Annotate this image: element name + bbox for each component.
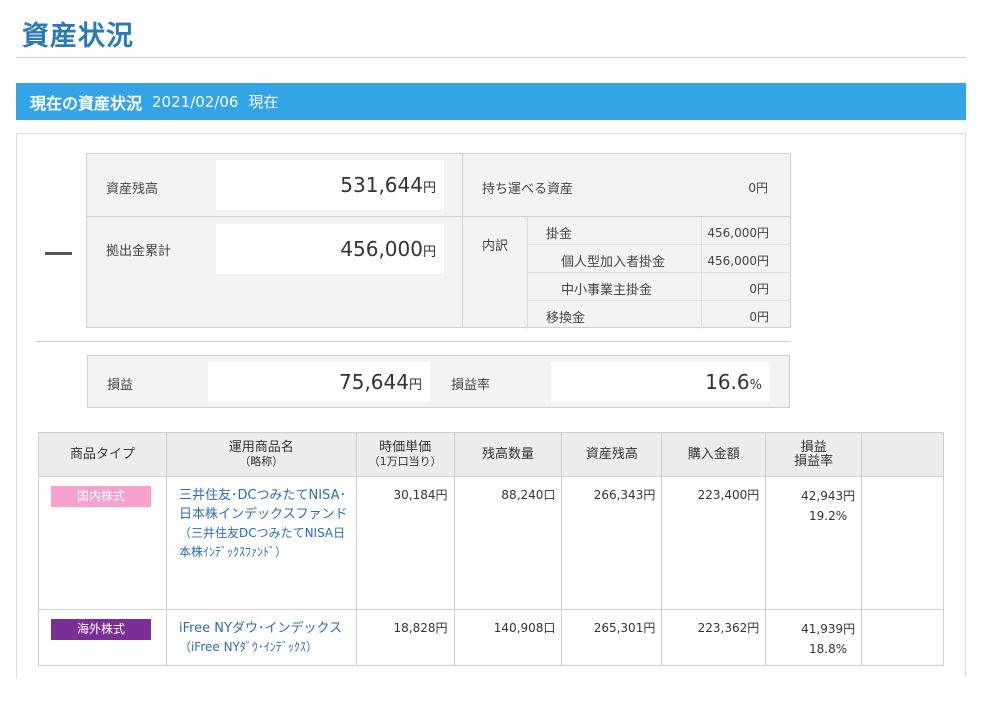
header-pl-label: 損益 [800,439,827,455]
unit-price-cell: 30,184円 [355,476,455,610]
breakdown-item-value: 0円 [749,310,769,324]
balance-label: 資産残高 [106,182,159,197]
page-title: 資産状況 [22,21,134,52]
as-of-suffix: 現在 [248,93,279,111]
breakdown-label: 内訳 [482,239,509,254]
header-balance-label: 資産残高 [585,446,638,462]
profit-rate-label: 損益率 [451,378,491,393]
pl-amount: 41,939円 [801,622,856,636]
header-type-label: 商品タイプ [69,446,135,462]
profit-rate-value: 16.6 [705,370,750,394]
type-cell: 国内株式 [38,476,167,610]
fund-short-name: （三井住友DCつみたてNISA日本株ｲﾝﾃﾞｯｸｽﾌｧﾝﾄﾞ） [178,526,346,559]
pl-cell: 41,939円 18.8% [765,609,863,666]
name-cell: iFree NYダウ･インデックス （iFree NYﾀﾞｳ･ｲﾝﾃﾞｯｸｽ） [165,609,357,666]
fund-short-name: （iFree NYﾀﾞｳ･ｲﾝﾃﾞｯｸｽ） [178,640,318,654]
minus-operator-icon [45,252,72,255]
table-header-row: 商品タイプ 運用商品名 （略称） 時価単価 （1万口当り） 残高数量 資産残高 購入… [38,432,944,477]
header-unit-price: 時価単価 （1万口当り） [355,432,455,477]
balance-cell: 265,301円 [561,609,663,666]
profit-label: 損益 [107,378,134,393]
header-type: 商品タイプ [38,432,167,477]
breakdown-item-value: 456,000円 [707,254,769,268]
profit-rate-value-box: 16.6% [551,362,770,402]
summary-separator [36,341,791,342]
fund-name-link[interactable]: 三井住友･DCつみたてNISA･日本株インデックスファンド [167,486,356,524]
pl-amount: 42,943円 [801,489,856,503]
contributions-label: 拠出金累計 [106,244,172,259]
header-quantity-label: 残高数量 [481,446,534,462]
header-quantity: 残高数量 [453,432,563,477]
contributions-unit: 円 [422,245,436,260]
balance-unit: 円 [422,181,436,196]
summary-breakdown-panel: 持ち運べる資産 0円 内訳 掛金 456,000円 個人型加入者掛金 456,0… [463,153,791,329]
header-unit-price-label: 時価単価 [379,439,432,455]
header-blank [861,432,944,477]
quantity-cell: 140,908口 [453,609,563,666]
balance-value: 531,644 [340,173,423,197]
summary-balance-panel: 資産残高 531,644円 拠出金累計 456,000円 [86,153,463,328]
fund-name-link[interactable]: iFree NYダウ･インデックス [167,619,356,638]
asset-type-badge: 海外株式 [51,619,151,640]
breakdown-item-label: 中小事業主掛金 [561,283,653,298]
contributions-value: 456,000 [340,237,423,261]
balance-cell: 266,343円 [561,476,663,610]
header-pl: 損益 損益率 [765,432,863,477]
header-name-sub: （略称） [239,454,284,468]
holdings-table: 商品タイプ 運用商品名 （略称） 時価単価 （1万口当り） 残高数量 資産残高 購入… [38,432,944,666]
as-of-date: 2021/02/06 [152,92,239,111]
header-name-label: 運用商品名 [228,439,294,455]
pl-cell: 42,943円 19.2% [765,476,863,610]
breakdown-row: 個人型加入者掛金 456,000円 [527,245,791,273]
header-balance: 資産残高 [561,432,663,477]
contributions-value-box: 456,000円 [216,224,444,274]
header-purchase-label: 購入金額 [687,446,740,462]
balance-value-box: 531,644円 [216,160,444,210]
profit-unit: 円 [408,378,422,393]
breakdown-row: 中小事業主掛金 0円 [527,273,791,301]
breakdown-item-label: 掛金 [546,227,573,242]
profit-panel: 損益 75,644円 損益率 16.6% [87,355,790,408]
portable-label: 持ち運べる資産 [482,182,574,197]
breakdown-row: 掛金 456,000円 [527,217,791,245]
header-name: 運用商品名 （略称） [165,432,357,477]
purchase-cell: 223,362円 [661,609,767,666]
pl-rate: 19.2% [809,509,848,523]
header-purchase: 購入金額 [661,432,767,477]
breakdown-item-label: 個人型加入者掛金 [561,255,666,270]
name-cell: 三井住友･DCつみたてNISA･日本株インデックスファンド （三井住友DCつみた… [165,476,357,610]
portable-value: 0円 [748,181,768,195]
asset-type-badge: 国内株式 [51,486,151,507]
profit-rate-unit: % [749,378,762,393]
section-title: 現在の資産状況 [30,93,143,113]
table-row: 海外株式 iFree NYダウ･インデックス （iFree NYﾀﾞｳ･ｲﾝﾃﾞ… [38,609,944,666]
blank-cell [861,609,944,666]
breakdown-table: 掛金 456,000円 個人型加入者掛金 456,000円 中小事業主掛金 0円… [527,217,791,329]
unit-price-cell: 18,828円 [355,609,455,666]
breakdown-row: 移換金 0円 [527,301,791,329]
quantity-cell: 88,240口 [453,476,563,610]
header-unit-price-sub: （1万口当り） [368,454,442,468]
profit-value-box: 75,644円 [208,362,430,402]
table-row: 国内株式 三井住友･DCつみたてNISA･日本株インデックスファンド （三井住友… [38,476,944,610]
profit-value: 75,644 [339,370,409,394]
header-pl-rate-label: 損益率 [794,453,834,469]
breakdown-item-value: 456,000円 [707,226,769,240]
title-divider [16,57,966,58]
purchase-cell: 223,400円 [661,476,767,610]
pl-rate: 18.8% [809,642,848,656]
breakdown-item-label: 移換金 [546,311,586,326]
blank-cell [861,476,944,610]
row-divider [87,216,462,217]
section-header: 現在の資産状況 2021/02/06 現在 [16,83,966,120]
breakdown-item-value: 0円 [749,282,769,296]
type-cell: 海外株式 [38,609,167,666]
